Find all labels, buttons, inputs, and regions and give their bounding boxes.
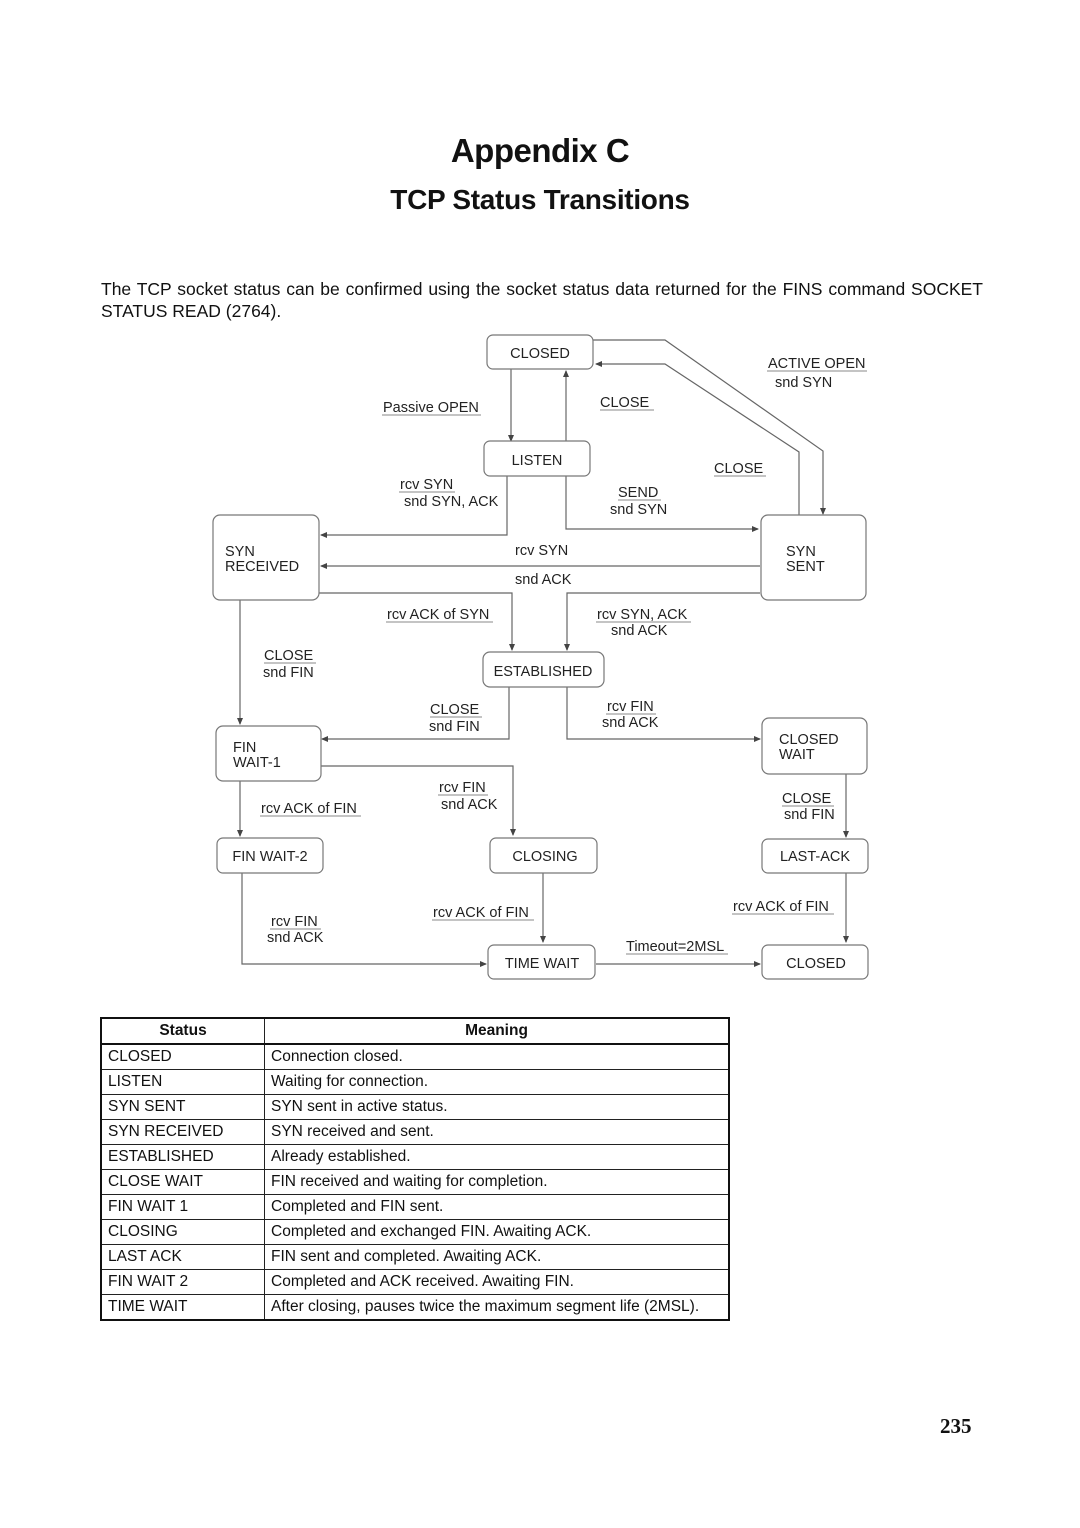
status-cell: SYN SENT bbox=[100, 1094, 265, 1120]
label-active-open-snd: snd SYN bbox=[775, 375, 832, 391]
meaning-cell: Completed and FIN sent. bbox=[264, 1194, 730, 1220]
meaning-cell: Completed and exchanged FIN. Awaiting AC… bbox=[264, 1219, 730, 1245]
label-active-open: ACTIVE OPEN bbox=[768, 356, 866, 372]
meaning-cell: Connection closed. bbox=[264, 1043, 730, 1070]
page-number: 235 bbox=[940, 1414, 972, 1438]
label-close-listen: CLOSE bbox=[600, 395, 649, 411]
label-rcv-syn-ack-snd: snd ACK bbox=[611, 623, 668, 639]
label-rcv-fin-fw2: rcv FIN bbox=[271, 914, 318, 930]
state-label: FIN bbox=[233, 740, 256, 756]
meaning-cell: FIN sent and completed. Awaiting ACK. bbox=[264, 1244, 730, 1270]
status-cell: CLOSED bbox=[100, 1043, 265, 1070]
label-close-est-snd: snd FIN bbox=[429, 719, 480, 735]
state-time-wait: TIME WAIT bbox=[487, 944, 596, 980]
label-rcv-fin-fw1: rcv FIN bbox=[439, 780, 486, 796]
state-closed-top: CLOSED bbox=[486, 334, 594, 370]
state-label: ESTABLISHED bbox=[494, 664, 593, 680]
column-header-status: Status bbox=[100, 1017, 265, 1045]
table-row: CLOSE WAIT FIN received and waiting for c… bbox=[100, 1169, 730, 1195]
label-passive-open: Passive OPEN bbox=[383, 400, 479, 416]
state-label: LAST-ACK bbox=[780, 849, 850, 865]
label-rcv-syn-simul-snd: snd ACK bbox=[515, 572, 572, 588]
status-table: Status Meaning CLOSED Connection closed. … bbox=[100, 1017, 730, 1321]
status-cell: CLOSING bbox=[100, 1219, 265, 1245]
state-label: WAIT-1 bbox=[233, 755, 281, 771]
status-cell: FIN WAIT 2 bbox=[100, 1269, 265, 1295]
state-closed-bottom: CLOSED bbox=[761, 944, 869, 980]
meaning-cell: SYN received and sent. bbox=[264, 1119, 730, 1145]
state-label: LISTEN bbox=[512, 453, 563, 469]
label-close-synrcvd: CLOSE bbox=[264, 648, 313, 664]
tcp-state-diagram: CLOSED LISTEN SYN RECEIVED SYN SENT ESTA… bbox=[212, 334, 869, 980]
state-listen: LISTEN bbox=[483, 440, 591, 477]
label-timeout: Timeout=2MSL bbox=[626, 939, 724, 955]
state-label: WAIT bbox=[779, 747, 815, 763]
label-rcv-syn-listen: rcv SYN bbox=[400, 477, 453, 493]
arrow-established-to-finwait1 bbox=[321, 687, 510, 742]
meaning-cell: Waiting for connection. bbox=[264, 1069, 730, 1095]
state-label: TIME WAIT bbox=[505, 956, 580, 972]
table-row: FIN WAIT 2 Completed and ACK received. Aw… bbox=[100, 1269, 730, 1295]
state-label: SENT bbox=[786, 559, 825, 575]
label-rcv-syn-listen-snd: snd SYN, ACK bbox=[404, 494, 499, 510]
label-close-synrcvd-snd: snd FIN bbox=[263, 665, 314, 681]
meaning-cell: After closing, pauses twice the maximum … bbox=[264, 1294, 730, 1321]
status-cell: TIME WAIT bbox=[100, 1294, 265, 1321]
state-fin-wait-1: FIN WAIT-1 bbox=[215, 725, 322, 782]
table-row: SYN SENT SYN sent in active status. bbox=[100, 1094, 730, 1120]
label-close-cw: CLOSE bbox=[782, 791, 831, 807]
state-closed-wait: CLOSED WAIT bbox=[761, 717, 868, 775]
status-cell: ESTABLISHED bbox=[100, 1144, 265, 1170]
table-header-row: Status Meaning bbox=[100, 1017, 730, 1045]
label-close-est: CLOSE bbox=[430, 702, 479, 718]
state-fin-wait-2: FIN WAIT-2 bbox=[216, 837, 324, 874]
label-rcv-syn-simul: rcv SYN bbox=[515, 543, 568, 559]
state-closing: CLOSING bbox=[489, 837, 598, 874]
status-cell: CLOSE WAIT bbox=[100, 1169, 265, 1195]
table-row: LAST ACK FIN sent and completed. Awaiting… bbox=[100, 1244, 730, 1270]
status-cell: LAST ACK bbox=[100, 1244, 265, 1270]
table-row: SYN RECEIVED SYN received and sent. bbox=[100, 1119, 730, 1145]
state-label: CLOSED bbox=[779, 732, 839, 748]
meaning-cell: Already established. bbox=[264, 1144, 730, 1170]
state-label: CLOSED bbox=[510, 346, 570, 362]
status-cell: LISTEN bbox=[100, 1069, 265, 1095]
label-rcv-fin-fw1-snd: snd ACK bbox=[441, 797, 498, 813]
arrow-established-to-closedwait bbox=[566, 687, 761, 742]
label-rcv-fin-est: rcv FIN bbox=[607, 699, 654, 715]
label-rcv-fin-fw2-snd: snd ACK bbox=[267, 930, 324, 946]
state-established: ESTABLISHED bbox=[482, 651, 605, 688]
table-row: CLOSED Connection closed. bbox=[100, 1043, 730, 1070]
state-label: SYN bbox=[786, 544, 816, 560]
state-label: CLOSED bbox=[786, 956, 846, 972]
state-label: SYN bbox=[225, 544, 255, 560]
table-row: ESTABLISHED Already established. bbox=[100, 1144, 730, 1170]
meaning-cell: Completed and ACK received. Awaiting FIN… bbox=[264, 1269, 730, 1295]
label-rcv-ack-of-fin-lastack: rcv ACK of FIN bbox=[733, 899, 829, 915]
label-rcv-syn-ack: rcv SYN, ACK bbox=[597, 607, 688, 623]
meaning-cell: SYN sent in active status. bbox=[264, 1094, 730, 1120]
table-row: TIME WAIT After closing, pauses twice the… bbox=[100, 1294, 730, 1321]
table-row: LISTEN Waiting for connection. bbox=[100, 1069, 730, 1095]
state-last-ack: LAST-ACK bbox=[761, 838, 869, 874]
label-rcv-ack-of-fin-closing: rcv ACK of FIN bbox=[433, 905, 529, 921]
label-close-synsent: CLOSE bbox=[714, 461, 763, 477]
meaning-cell: FIN received and waiting for completion. bbox=[264, 1169, 730, 1195]
state-label: RECEIVED bbox=[225, 559, 299, 575]
label-rcv-ack-of-syn: rcv ACK of SYN bbox=[387, 607, 489, 623]
label-close-cw-snd: snd FIN bbox=[784, 807, 835, 823]
column-header-meaning: Meaning bbox=[264, 1017, 730, 1045]
label-rcv-ack-of-fin-fw1: rcv ACK of FIN bbox=[261, 801, 357, 817]
label-rcv-fin-est-snd: snd ACK bbox=[602, 715, 659, 731]
state-syn-sent: SYN SENT bbox=[760, 514, 867, 601]
state-label: CLOSING bbox=[512, 849, 577, 865]
label-send: SEND bbox=[618, 485, 658, 501]
label-send-snd: snd SYN bbox=[610, 502, 667, 518]
table-row: CLOSING Completed and exchanged FIN. Awai… bbox=[100, 1219, 730, 1245]
status-cell: FIN WAIT 1 bbox=[100, 1194, 265, 1220]
table-row: FIN WAIT 1 Completed and FIN sent. bbox=[100, 1194, 730, 1220]
state-syn-received: SYN RECEIVED bbox=[212, 514, 320, 601]
state-label: FIN WAIT-2 bbox=[232, 849, 307, 865]
status-cell: SYN RECEIVED bbox=[100, 1119, 265, 1145]
